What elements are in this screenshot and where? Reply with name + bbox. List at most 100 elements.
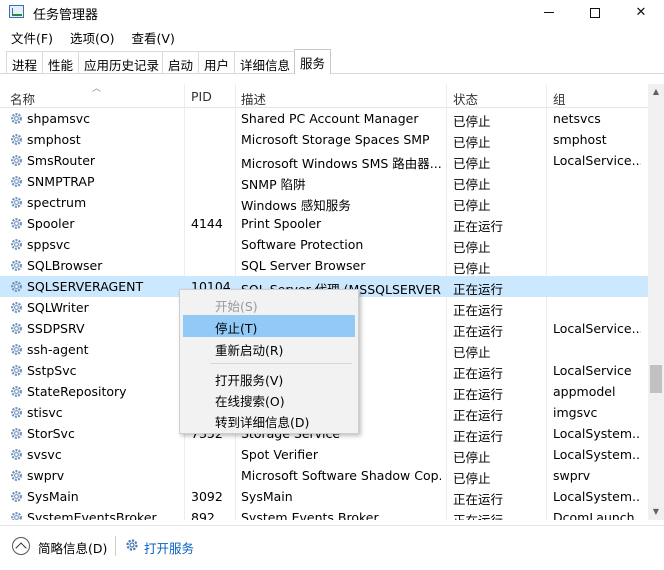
column-header-name[interactable]: 名称 (10, 89, 35, 108)
service-group: LocalService (553, 363, 632, 378)
title-bar: 任务管理器 ✕ (0, 0, 664, 25)
service-description: Shared PC Account Manager (241, 111, 419, 126)
table-row[interactable]: sppsvc Software Protection 已停止 (0, 234, 648, 255)
service-status: 正在运行 (453, 366, 504, 381)
footer-divider (115, 536, 116, 556)
service-status: 已停止 (453, 156, 491, 171)
menu-options[interactable]: 选项(O) (59, 26, 121, 48)
menu-bar: 文件(F) 选项(O) 查看(V) (0, 26, 664, 48)
service-name: SysMain (27, 489, 79, 504)
service-description: Microsoft Software Shadow Cop... (241, 468, 441, 483)
service-gear-icon (11, 134, 22, 145)
service-status: 正在运行 (453, 408, 504, 423)
window-title: 任务管理器 (33, 8, 99, 23)
table-row[interactable]: Spooler 4144 Print Spooler 正在运行 (0, 213, 648, 234)
tab-performance[interactable]: 性能 (42, 51, 80, 73)
tab-strip: 进程 性能 应用历史记录 启动 用户 详细信息 服务 (0, 49, 664, 74)
context-menu-start: 开始(S) (215, 299, 258, 314)
context-menu-stop[interactable]: 停止(T) (183, 315, 355, 337)
service-group: LocalSystem... (553, 426, 641, 441)
service-description: Microsoft Storage Spaces SMP (241, 132, 430, 147)
scrollbar-thumb[interactable] (650, 365, 662, 393)
context-menu: 开始(S) 停止(T) 重新启动(R) 打开服务(V) 在线搜索(O) 转到详细… (179, 289, 359, 434)
tab-processes[interactable]: 进程 (6, 51, 44, 73)
table-row[interactable]: SystemEventsBroker 892 System Events Broke… (0, 507, 648, 520)
context-menu-open-services[interactable]: 打开服务(V) (183, 367, 355, 389)
scroll-up-arrow-icon[interactable]: ▲ (648, 84, 664, 100)
column-header-status[interactable]: 状态 (453, 89, 478, 108)
menu-file[interactable]: 文件(F) (0, 26, 59, 48)
maximize-button[interactable] (572, 0, 618, 25)
service-gear-icon (11, 239, 22, 250)
service-status: 已停止 (453, 135, 491, 150)
service-description: Microsoft Windows SMS 路由器... (241, 156, 441, 171)
close-button[interactable]: ✕ (618, 0, 664, 25)
service-description: SysMain (241, 489, 293, 504)
service-gear-icon (11, 512, 22, 520)
context-menu-go-to-details[interactable]: 转到详细信息(D) (183, 409, 355, 431)
service-pid: 892 (191, 510, 215, 520)
minimize-button[interactable] (526, 0, 572, 25)
service-status: 已停止 (453, 198, 491, 213)
service-gear-icon (11, 407, 22, 418)
service-gear-icon (11, 428, 22, 439)
service-gear-icon (11, 470, 22, 481)
tab-app-history[interactable]: 应用历史记录 (78, 51, 166, 73)
table-row[interactable]: SmsRouter Microsoft Windows SMS 路由器... 已停止… (0, 150, 648, 171)
service-gear-icon (11, 281, 22, 292)
services-gear-icon (126, 539, 138, 551)
service-group: netsvcs (553, 111, 601, 126)
service-name: StateRepository (27, 384, 127, 399)
column-header-description[interactable]: 描述 (241, 89, 266, 108)
service-name: SQLBrowser (27, 258, 103, 273)
service-gear-icon (11, 386, 22, 397)
service-status: 已停止 (453, 261, 491, 276)
context-menu-search-online[interactable]: 在线搜索(O) (183, 388, 355, 410)
tab-services[interactable]: 服务 (294, 49, 332, 74)
menu-view[interactable]: 查看(V) (121, 26, 181, 48)
open-services-link[interactable]: 打开服务 (144, 538, 194, 557)
vertical-scrollbar[interactable]: ▲ ▼ (648, 84, 664, 520)
service-status: 正在运行 (453, 303, 504, 318)
service-group: LocalService... (553, 153, 641, 168)
table-row[interactable]: shpamsvc Shared PC Account Manager 已停止 nets… (0, 108, 648, 129)
fewer-details-link[interactable]: 简略信息(D) (38, 538, 107, 557)
service-pid: 3092 (191, 489, 223, 504)
table-row[interactable]: swprv Microsoft Software Shadow Cop... 已停止… (0, 465, 648, 486)
scroll-down-arrow-icon[interactable]: ▼ (648, 504, 664, 520)
table-row[interactable]: SNMPTRAP SNMP 陷阱 已停止 (0, 171, 648, 192)
service-name: StorSvc (27, 426, 75, 441)
service-description: System Events Broker (241, 510, 379, 520)
tab-users[interactable]: 用户 (198, 51, 236, 73)
table-row[interactable]: SQLBrowser SQL Server Browser 已停止 (0, 255, 648, 276)
service-name: SmsRouter (27, 153, 96, 168)
service-gear-icon (11, 176, 22, 187)
service-status: 正在运行 (453, 324, 504, 339)
column-header-pid[interactable]: PID (191, 89, 212, 104)
service-gear-icon (11, 302, 22, 313)
tab-startup[interactable]: 启动 (162, 51, 200, 73)
table-row[interactable]: SysMain 3092 SysMain 正在运行 LocalSystem... (0, 486, 648, 507)
collapse-chevron-icon[interactable] (12, 537, 30, 555)
service-status: 已停止 (453, 177, 491, 192)
service-group: appmodel (553, 384, 616, 399)
service-status: 已停止 (453, 450, 491, 465)
service-description: SQL Server Browser (241, 258, 366, 273)
service-status: 已停止 (453, 240, 491, 255)
service-group: LocalSystem... (553, 489, 641, 504)
table-row[interactable]: smphost Microsoft Storage Spaces SMP 已停止 sm… (0, 129, 648, 150)
tab-details[interactable]: 详细信息 (234, 51, 297, 73)
context-menu-restart[interactable]: 重新启动(R) (183, 337, 355, 359)
service-status: 正在运行 (453, 492, 504, 507)
table-row[interactable]: spectrum Windows 感知服务 已停止 (0, 192, 648, 213)
close-icon: ✕ (635, 5, 647, 20)
service-name: SstpSvc (27, 363, 77, 378)
service-gear-icon (11, 491, 22, 502)
column-header-group[interactable]: 组 (553, 89, 566, 108)
service-status: 正在运行 (453, 219, 504, 234)
service-gear-icon (11, 260, 22, 271)
service-name: shpamsvc (27, 111, 90, 126)
service-status: 已停止 (453, 345, 491, 360)
service-name: SQLWriter (27, 300, 89, 315)
table-row[interactable]: svsvc Spot Verifier 已停止 LocalSystem... (0, 444, 648, 465)
